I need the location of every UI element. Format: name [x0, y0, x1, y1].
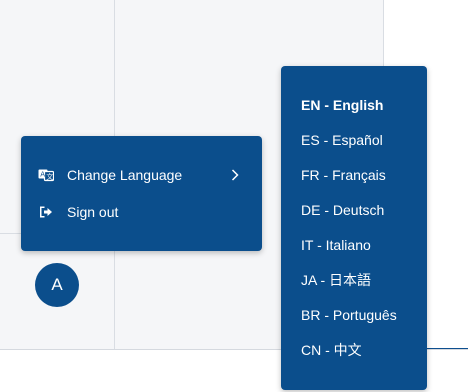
svg-text:文: 文 [46, 172, 53, 181]
language-option-fr[interactable]: FR - Français [301, 162, 386, 188]
language-option-cn[interactable]: CN - 中文 [301, 337, 362, 363]
chevron-right-icon [230, 168, 240, 182]
language-icon: A 文 [38, 167, 54, 183]
language-option-en[interactable]: EN - English [301, 92, 383, 118]
avatar-initial: A [51, 275, 63, 294]
language-option-de[interactable]: DE - Deutsch [301, 197, 384, 223]
language-option-es[interactable]: ES - Español [301, 127, 383, 153]
user-menu: A 文 Change Language Sign out [21, 136, 262, 251]
language-submenu: EN - English ES - Español FR - Français … [281, 66, 427, 390]
language-option-br[interactable]: BR - Português [301, 302, 397, 328]
sign-out-icon [38, 204, 54, 220]
sign-out-menu-item[interactable]: Sign out [21, 197, 262, 227]
svg-text:A: A [40, 171, 45, 179]
avatar[interactable]: A [35, 263, 79, 307]
language-option-ja[interactable]: JA - 日本語 [301, 267, 371, 293]
change-language-label: Change Language [67, 167, 183, 183]
change-language-menu-item[interactable]: A 文 Change Language [21, 160, 262, 190]
language-option-it[interactable]: IT - Italiano [301, 232, 371, 258]
sign-out-label: Sign out [67, 204, 119, 220]
